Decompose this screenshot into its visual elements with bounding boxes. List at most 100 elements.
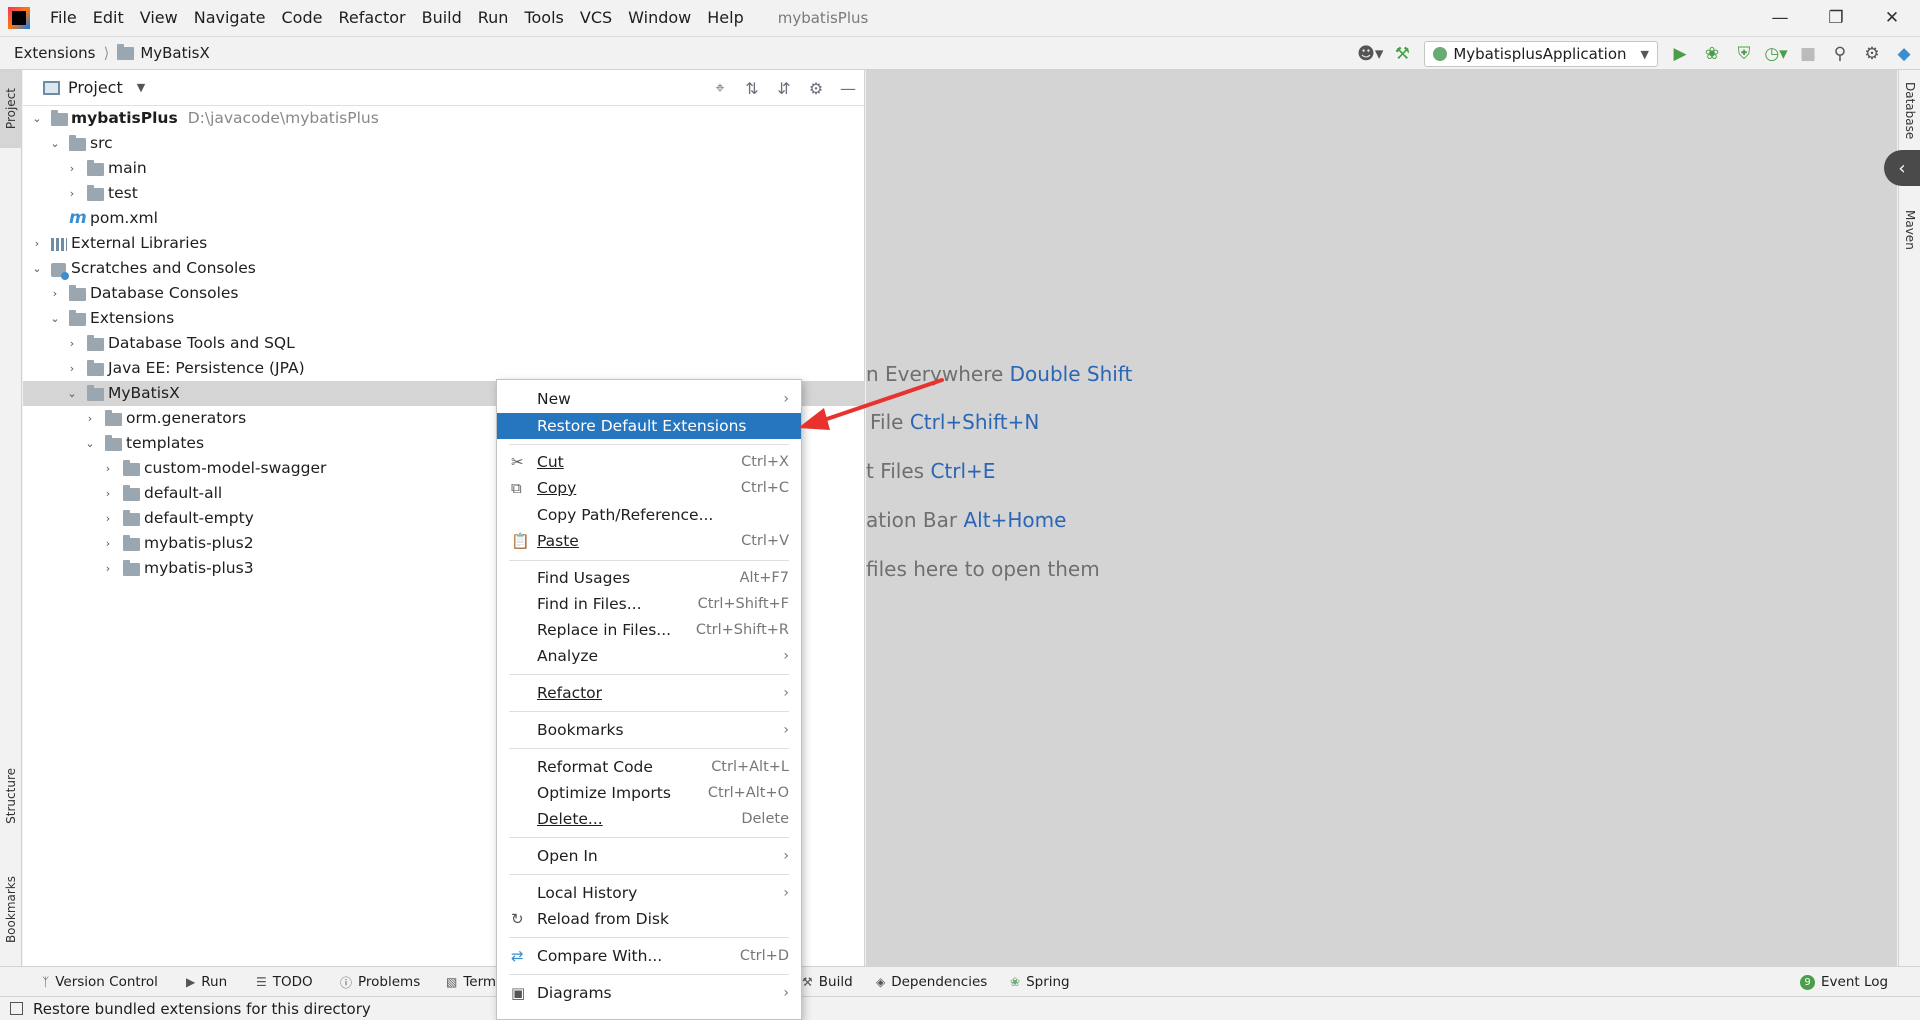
- tool-tab-spring[interactable]: ❀ Spring: [1010, 967, 1070, 997]
- breadcrumb-extensions[interactable]: Extensions: [14, 44, 95, 62]
- menu-build[interactable]: Build: [414, 0, 470, 36]
- menu-item-refactor[interactable]: Refactor ›: [497, 680, 801, 706]
- tool-tab-event-log[interactable]: 9 Event Log: [1800, 967, 1888, 997]
- menu-item-find-in-files[interactable]: Find in Files... Ctrl+Shift+F: [497, 591, 801, 617]
- menu-run[interactable]: Run: [470, 0, 517, 36]
- collapsed-chevron-icon[interactable]: ›: [65, 356, 79, 381]
- menu-item-delete[interactable]: Delete... Delete: [497, 806, 801, 832]
- menu-item-local-history[interactable]: Local History ›: [497, 880, 801, 906]
- user-icon[interactable]: ☻▾: [1354, 37, 1386, 71]
- expanded-chevron-icon[interactable]: ⌄: [48, 306, 62, 331]
- build-hammer-icon[interactable]: ⚒: [1386, 37, 1418, 71]
- tree-node-root[interactable]: ⌄ mybatisPlus D:\javacode\mybatisPlus: [23, 106, 865, 131]
- view-dropdown-icon[interactable]: ▼: [137, 81, 145, 94]
- expand-all-icon[interactable]: ⇅: [736, 70, 768, 106]
- search-icon[interactable]: ⚲: [1824, 37, 1856, 71]
- menu-item-cut[interactable]: ✂ Cut Ctrl+X: [497, 449, 801, 475]
- expanded-chevron-icon[interactable]: ⌄: [65, 381, 79, 406]
- menu-file[interactable]: File: [42, 0, 85, 36]
- menu-vcs[interactable]: VCS: [572, 0, 620, 36]
- tool-window-tab-structure[interactable]: Structure: [0, 756, 22, 836]
- menu-tools[interactable]: Tools: [516, 0, 571, 36]
- menu-edit[interactable]: Edit: [85, 0, 132, 36]
- tree-node-database-consoles[interactable]: › Database Consoles: [23, 281, 865, 306]
- tree-node-external-libraries[interactable]: › External Libraries: [23, 231, 865, 256]
- settings-gear-icon[interactable]: ⚙: [1856, 37, 1888, 71]
- tree-node-javaee[interactable]: › Java EE: Persistence (JPA): [23, 356, 865, 381]
- menu-refactor[interactable]: Refactor: [330, 0, 413, 36]
- menu-help[interactable]: Help: [699, 0, 751, 36]
- collapsed-chevron-icon[interactable]: ›: [101, 481, 115, 506]
- menu-item-compare-with[interactable]: ⇄ Compare With... Ctrl+D: [497, 943, 801, 969]
- locate-file-icon[interactable]: ⌖: [704, 70, 736, 106]
- collapsed-chevron-icon[interactable]: ›: [101, 531, 115, 556]
- tool-tab-problems[interactable]: ⓘ Problems: [340, 967, 420, 997]
- tree-node-main[interactable]: › main: [23, 156, 865, 181]
- collapsed-chevron-icon[interactable]: ›: [65, 181, 79, 206]
- menu-view[interactable]: View: [132, 0, 186, 36]
- expanded-chevron-icon[interactable]: ⌄: [48, 131, 62, 156]
- restore-icon[interactable]: ❐: [1808, 0, 1864, 36]
- project-panel-title[interactable]: Project: [68, 78, 123, 97]
- menu-item-open-in[interactable]: Open In ›: [497, 843, 801, 869]
- run-icon[interactable]: ▶: [1664, 37, 1696, 71]
- menu-window[interactable]: Window: [620, 0, 699, 36]
- tool-tab-build[interactable]: ⚒ Build: [802, 967, 853, 997]
- menu-item-diagrams[interactable]: ▣ Diagrams ›: [497, 980, 801, 1006]
- collapsed-chevron-icon[interactable]: ›: [101, 456, 115, 481]
- tool-tab-terminal[interactable]: ▧ Term: [446, 967, 496, 997]
- collapse-chevron-icon[interactable]: ‹: [1884, 150, 1920, 186]
- collapsed-chevron-icon[interactable]: ›: [101, 506, 115, 531]
- collapsed-chevron-icon[interactable]: ›: [101, 556, 115, 581]
- collapse-all-icon[interactable]: ⇵: [768, 70, 800, 106]
- menu-item-reload-from-disk[interactable]: ↻ Reload from Disk: [497, 906, 801, 932]
- tool-tab-version-control[interactable]: ᛉ Version Control: [42, 967, 158, 997]
- tool-window-tab-maven[interactable]: Maven: [1899, 210, 1920, 250]
- jetbrains-toolbox-icon[interactable]: ◆: [1888, 37, 1920, 71]
- tool-window-tab-project[interactable]: Project: [0, 70, 22, 148]
- breadcrumb-mybatisx[interactable]: MyBatisX: [140, 44, 209, 62]
- tree-node-extensions[interactable]: ⌄ Extensions: [23, 306, 865, 331]
- menu-item-analyze[interactable]: Analyze ›: [497, 643, 801, 669]
- menu-item-copy[interactable]: ⧉ Copy Ctrl+C: [497, 475, 801, 501]
- collapsed-chevron-icon[interactable]: ›: [30, 231, 44, 256]
- menu-item-find-usages[interactable]: Find Usages Alt+F7: [497, 565, 801, 591]
- tree-node-database-tools[interactable]: › Database Tools and SQL: [23, 331, 865, 356]
- collapsed-chevron-icon[interactable]: ›: [48, 281, 62, 306]
- coverage-icon[interactable]: ⛨: [1728, 37, 1760, 71]
- tool-window-tab-bookmarks[interactable]: Bookmarks: [0, 860, 22, 960]
- expanded-chevron-icon[interactable]: ⌄: [30, 256, 44, 281]
- menu-navigate[interactable]: Navigate: [186, 0, 274, 36]
- debug-icon[interactable]: ❀: [1696, 37, 1728, 71]
- menu-item-new[interactable]: New ›: [497, 386, 801, 412]
- menu-item-optimize-imports[interactable]: Optimize Imports Ctrl+Alt+O: [497, 780, 801, 806]
- minimize-icon[interactable]: —: [1752, 0, 1808, 36]
- menu-item-paste[interactable]: 📋 Paste Ctrl+V: [497, 528, 801, 554]
- status-toggle-icon[interactable]: [10, 1002, 23, 1015]
- tool-tab-dependencies[interactable]: ◈ Dependencies: [876, 967, 987, 997]
- menu-item-replace-in-files[interactable]: Replace in Files... Ctrl+Shift+R: [497, 617, 801, 643]
- profile-icon[interactable]: ◷▾: [1760, 37, 1792, 71]
- menu-code[interactable]: Code: [274, 0, 331, 36]
- panel-settings-gear-icon[interactable]: ⚙: [800, 70, 832, 106]
- tool-tab-run[interactable]: ▶ Run: [186, 967, 227, 997]
- hide-panel-icon[interactable]: —: [832, 70, 864, 106]
- run-configuration-select[interactable]: MybatisplusApplication ▼: [1424, 41, 1658, 67]
- menu-item-reformat-code[interactable]: Reformat Code Ctrl+Alt+L: [497, 754, 801, 780]
- close-icon[interactable]: ✕: [1864, 0, 1920, 36]
- collapsed-chevron-icon[interactable]: ›: [65, 156, 79, 181]
- stop-icon[interactable]: ■: [1792, 37, 1824, 71]
- tool-tab-todo[interactable]: ☰ TODO: [256, 967, 313, 997]
- collapsed-chevron-icon[interactable]: ›: [83, 406, 97, 431]
- menu-item-bookmarks[interactable]: Bookmarks ›: [497, 717, 801, 743]
- expanded-chevron-icon[interactable]: ⌄: [83, 431, 97, 456]
- tree-node-pom[interactable]: m pom.xml: [23, 206, 865, 231]
- collapsed-chevron-icon[interactable]: ›: [65, 331, 79, 356]
- expanded-chevron-icon[interactable]: ⌄: [30, 106, 44, 131]
- tree-node-scratches[interactable]: ⌄ Scratches and Consoles: [23, 256, 865, 281]
- tool-window-tab-database[interactable]: Database: [1899, 82, 1920, 139]
- menu-item-copy-path[interactable]: Copy Path/Reference...: [497, 502, 801, 528]
- tree-node-src[interactable]: ⌄ src: [23, 131, 865, 156]
- menu-item-restore-default-extensions[interactable]: Restore Default Extensions: [497, 413, 801, 439]
- tree-node-test[interactable]: › test: [23, 181, 865, 206]
